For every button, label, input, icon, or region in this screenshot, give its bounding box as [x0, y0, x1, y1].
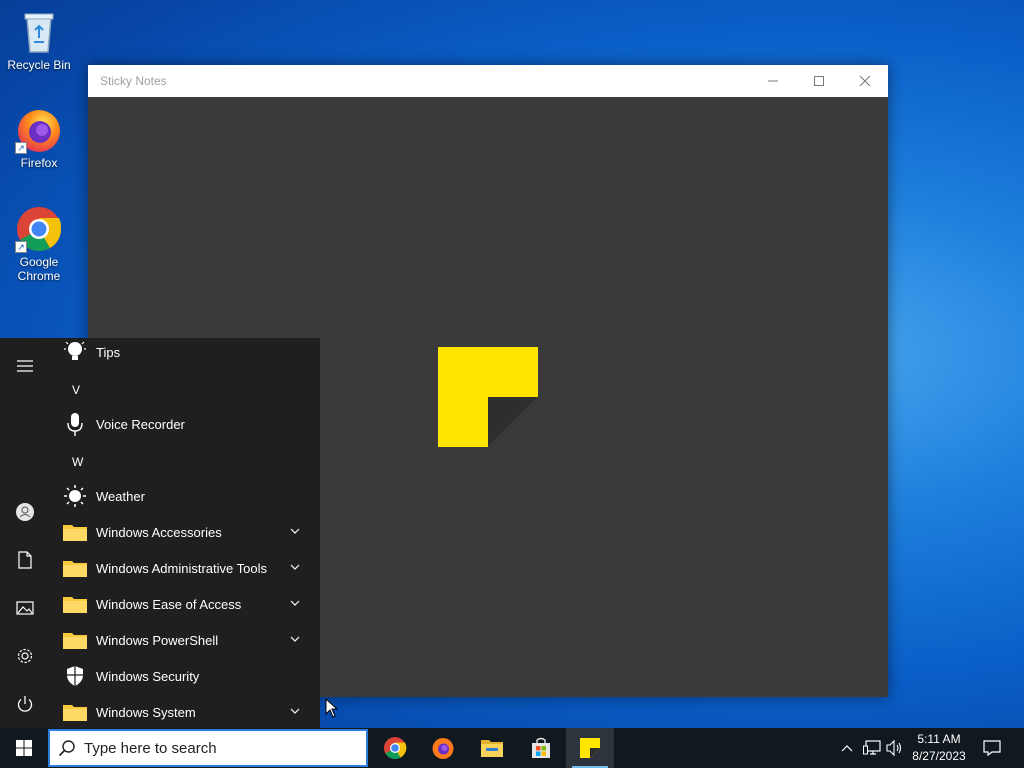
app-folder-windows-system[interactable]: Windows System: [50, 694, 320, 730]
minimize-icon: [768, 80, 778, 82]
start-menu: Tips V Voice Recorder W Weather Windows …: [0, 338, 320, 730]
maximize-icon: [814, 76, 824, 86]
app-label: Tips: [96, 344, 121, 360]
windows-logo-icon: [16, 740, 32, 756]
folder-icon: [58, 550, 92, 586]
start-app-list[interactable]: Tips V Voice Recorder W Weather Windows …: [50, 338, 320, 730]
show-hidden-icons-chevron-icon: [841, 745, 853, 752]
folder-icon: [58, 514, 92, 550]
app-folder-windows-ease-of-access[interactable]: Windows Ease of Access: [50, 586, 320, 622]
app-folder-windows-administrative-tools[interactable]: Windows Administrative Tools: [50, 550, 320, 586]
network-button[interactable]: [860, 728, 884, 768]
settings-gear-icon: [17, 648, 33, 664]
chevron-down-icon: [290, 708, 300, 714]
taskbar-app-chrome[interactable]: [371, 728, 419, 768]
user-account-icon: [16, 503, 34, 521]
app-label: Windows Security: [96, 668, 200, 684]
app-tips[interactable]: Tips: [50, 338, 320, 370]
mouse-cursor-icon: [325, 698, 339, 718]
recycle-bin-icon: [15, 8, 63, 56]
documents-icon: [18, 551, 32, 569]
app-folder-windows-powershell[interactable]: Windows PowerShell: [50, 622, 320, 658]
action-center-button[interactable]: [978, 728, 1006, 768]
shield-icon: [58, 658, 92, 694]
network-icon: [863, 740, 881, 755]
folder-icon: [58, 586, 92, 622]
app-label: Weather: [96, 488, 145, 504]
app-label: Windows Accessories: [96, 524, 222, 540]
sun-icon: [58, 478, 92, 514]
firefox-icon: [432, 738, 454, 759]
sticky-notes-icon: [580, 738, 600, 758]
desktop-icon-firefox[interactable]: ↗ Firefox: [0, 106, 78, 170]
app-weather[interactable]: Weather: [50, 478, 320, 514]
chevron-down-icon: [290, 600, 300, 606]
desktop-icon-label: Firefox: [20, 156, 58, 170]
pictures-button[interactable]: [0, 584, 50, 632]
user-account-button[interactable]: [0, 488, 50, 536]
taskbar-app-microsoft-store[interactable]: [517, 728, 565, 768]
app-windows-security[interactable]: Windows Security: [50, 658, 320, 694]
volume-button[interactable]: [884, 728, 906, 768]
power-button[interactable]: [0, 680, 50, 728]
window-title: Sticky Notes: [100, 74, 167, 88]
app-folder-windows-accessories[interactable]: Windows Accessories: [50, 514, 320, 550]
power-icon: [17, 696, 33, 712]
file-explorer-icon: [481, 740, 503, 757]
group-letter-w[interactable]: W: [72, 455, 83, 469]
expand-menu-button[interactable]: [0, 342, 50, 390]
action-center-icon: [983, 740, 1001, 756]
folder-icon: [58, 622, 92, 658]
clock-date: 8/27/2023: [912, 749, 966, 763]
taskbar-search-box[interactable]: [48, 729, 368, 767]
folder-icon: [58, 694, 92, 730]
microsoft-store-icon: [532, 737, 550, 758]
desktop-icon-google-chrome[interactable]: ↗ Google Chrome: [0, 205, 78, 283]
microphone-icon: [58, 406, 92, 442]
taskbar-app-file-explorer[interactable]: [468, 728, 516, 768]
shortcut-arrow-icon: ↗: [15, 241, 27, 253]
volume-icon: [886, 740, 902, 756]
chevron-down-icon: [290, 564, 300, 570]
chrome-icon: ↗: [15, 205, 63, 253]
app-label: Windows PowerShell: [96, 632, 219, 648]
desktop-icon-recycle-bin[interactable]: Recycle Bin: [0, 8, 78, 72]
documents-button[interactable]: [0, 536, 50, 584]
minimize-button[interactable]: [750, 65, 796, 97]
clock-time: 5:11 AM: [917, 732, 961, 746]
taskbar-clock[interactable]: 5:11 AM 8/27/2023: [906, 731, 972, 765]
start-button[interactable]: [0, 728, 48, 768]
settings-button[interactable]: [0, 632, 50, 680]
app-voice-recorder[interactable]: Voice Recorder: [50, 406, 320, 442]
hamburger-menu-icon: [17, 360, 33, 372]
lightbulb-icon: [58, 338, 92, 370]
start-menu-rail: [0, 338, 50, 730]
shortcut-arrow-icon: ↗: [15, 142, 27, 154]
group-letter-v[interactable]: V: [72, 383, 80, 397]
desktop-icon-label: Google Chrome: [17, 255, 61, 283]
maximize-button[interactable]: [796, 65, 842, 97]
app-label: Windows System: [96, 704, 196, 720]
app-label: Windows Ease of Access: [96, 596, 242, 612]
app-label: Voice Recorder: [96, 416, 185, 432]
pictures-icon: [16, 601, 34, 615]
taskbar-app-sticky-notes[interactable]: [566, 728, 614, 768]
sticky-notes-logo-icon: [438, 347, 538, 447]
close-button[interactable]: [842, 65, 888, 97]
firefox-icon: ↗: [15, 106, 63, 154]
chrome-icon: [384, 737, 407, 759]
taskbar-app-firefox[interactable]: [419, 728, 467, 768]
chevron-down-icon: [290, 636, 300, 642]
taskbar: 5:11 AM 8/27/2023: [0, 728, 1024, 768]
search-icon: [50, 739, 84, 757]
close-icon: [859, 75, 871, 87]
window-titlebar[interactable]: Sticky Notes: [88, 65, 888, 97]
app-label: Windows Administrative Tools: [96, 560, 267, 576]
chevron-down-icon: [290, 528, 300, 534]
search-input[interactable]: [84, 739, 354, 757]
desktop-icon-label: Recycle Bin: [7, 58, 71, 72]
show-hidden-icons-button[interactable]: [836, 728, 858, 768]
